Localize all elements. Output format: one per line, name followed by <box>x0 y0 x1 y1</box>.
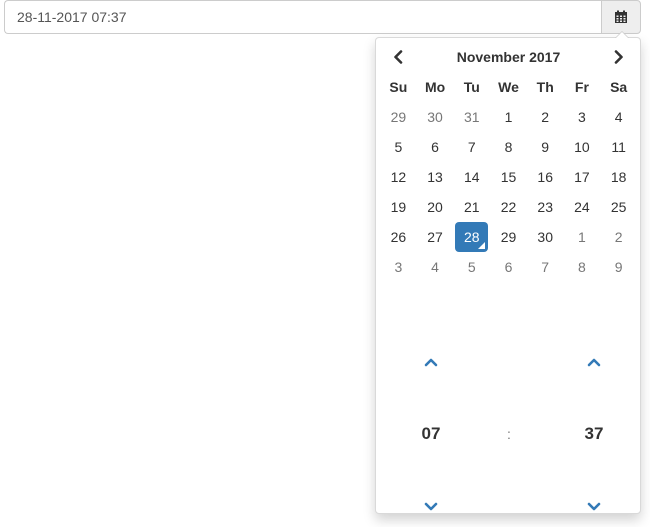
calendar-day[interactable]: 7 <box>455 132 488 162</box>
chevron-up-icon <box>424 358 438 367</box>
weekday-header: Fr <box>574 79 589 95</box>
calendar-icon <box>615 10 627 23</box>
minute-value[interactable]: 37 <box>564 414 624 454</box>
weekday-header: Sa <box>610 79 628 95</box>
hour-value[interactable]: 07 <box>401 414 461 454</box>
calendar-day[interactable]: 30 <box>529 222 562 252</box>
increment-hours-button[interactable] <box>401 342 461 382</box>
calendar-day[interactable]: 3 <box>566 102 599 132</box>
calendar-day[interactable]: 19 <box>382 192 415 222</box>
calendar-day[interactable]: 26 <box>382 222 415 252</box>
selected-day[interactable]: 28 <box>455 222 489 252</box>
calendar-day[interactable]: 24 <box>566 192 599 222</box>
calendar-day[interactable]: 5 <box>382 132 415 162</box>
calendar-day[interactable]: 21 <box>455 192 488 222</box>
calendar-day[interactable]: 1 <box>566 222 599 252</box>
calendar-day[interactable]: 29 <box>492 222 525 252</box>
calendar-day[interactable]: 13 <box>419 162 452 192</box>
calendar-day[interactable]: 18 <box>602 162 635 192</box>
calendar-day[interactable]: 6 <box>419 132 452 162</box>
datetime-input-group <box>4 0 641 34</box>
datetime-input[interactable] <box>4 0 601 34</box>
calendar-day[interactable]: 5 <box>455 252 488 282</box>
datetimepicker-dropdown: November 2017 Su Mo Tu We Th Fr Sa 29 30 31 1 2 3 4 5 6… <box>375 31 641 514</box>
chevron-left-icon <box>394 50 403 64</box>
calendar-toggle-button[interactable] <box>601 0 641 34</box>
chevron-down-icon <box>587 502 601 511</box>
calendar-day[interactable]: 4 <box>419 252 452 282</box>
calendar-day[interactable]: 17 <box>566 162 599 192</box>
calendar-day[interactable]: 30 <box>419 102 452 132</box>
calendar-day[interactable]: 29 <box>382 102 415 132</box>
weekday-header: Tu <box>463 79 480 95</box>
calendar-day[interactable]: 23 <box>529 192 562 222</box>
calendar-day[interactable]: 2 <box>602 222 635 252</box>
calendar-day[interactable]: 1 <box>492 102 525 132</box>
calendar-day[interactable]: 9 <box>529 132 562 162</box>
time-picker: 07 : 37 <box>380 302 637 511</box>
time-separator: : <box>507 426 511 442</box>
decrement-minutes-button[interactable] <box>564 487 624 527</box>
calendar-day[interactable]: 12 <box>382 162 415 192</box>
calendar-day[interactable]: 8 <box>566 252 599 282</box>
prev-month-button[interactable] <box>380 42 416 72</box>
weekday-header: Mo <box>424 79 446 95</box>
weekday-header: Su <box>389 79 408 95</box>
calendar-day[interactable]: 3 <box>382 252 415 282</box>
calendar-day[interactable]: 15 <box>492 162 525 192</box>
weekday-header: Th <box>536 79 554 95</box>
calendar-day[interactable]: 6 <box>492 252 525 282</box>
calendar-day[interactable]: 7 <box>529 252 562 282</box>
calendar-day[interactable]: 11 <box>602 132 635 162</box>
calendar-day[interactable]: 16 <box>529 162 562 192</box>
calendar-grid: Su Mo Tu We Th Fr Sa 29 30 31 1 2 3 4 5 6 7 8 9 10 11 12 13 14 1… <box>380 72 637 282</box>
calendar-day[interactable]: 10 <box>566 132 599 162</box>
calendar-header: November 2017 <box>380 42 637 72</box>
chevron-up-icon <box>587 358 601 367</box>
weekday-header: We <box>498 79 519 95</box>
calendar-day[interactable]: 25 <box>602 192 635 222</box>
calendar-day[interactable]: 4 <box>602 102 635 132</box>
calendar-day[interactable]: 14 <box>455 162 488 192</box>
increment-minutes-button[interactable] <box>564 342 624 382</box>
next-month-button[interactable] <box>601 42 637 72</box>
calendar-day[interactable]: 27 <box>419 222 452 252</box>
calendar-day[interactable]: 8 <box>492 132 525 162</box>
calendar-day[interactable]: 31 <box>455 102 488 132</box>
decrement-hours-button[interactable] <box>401 487 461 527</box>
calendar-day[interactable]: 22 <box>492 192 525 222</box>
chevron-right-icon <box>614 50 623 64</box>
calendar-day[interactable]: 9 <box>602 252 635 282</box>
calendar-day[interactable]: 20 <box>419 192 452 222</box>
chevron-down-icon <box>424 502 438 511</box>
month-title[interactable]: November 2017 <box>416 49 601 65</box>
calendar-day[interactable]: 2 <box>529 102 562 132</box>
